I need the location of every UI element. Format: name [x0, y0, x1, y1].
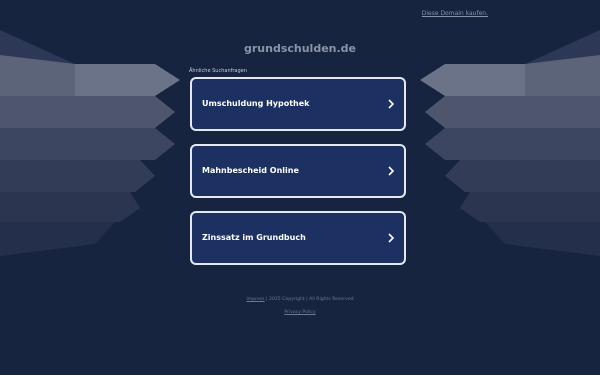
related-search-label: Zinssatz im Grundbuch — [202, 233, 306, 242]
chevron-right-icon — [388, 233, 395, 243]
domain-title: grundschulden.de — [243, 42, 356, 55]
related-search-card-3[interactable]: Zinssatz im Grundbuch — [190, 211, 406, 265]
copyright-text: | 2025 Copyright | All Rights Reserved — [264, 297, 354, 302]
impressum-link[interactable]: Impress — [246, 297, 264, 302]
related-searches-label: Ähnliche Suchanfragen — [189, 68, 247, 74]
footer: Impress | 2025 Copyright | All Rights Re… — [0, 297, 600, 302]
related-search-card-2[interactable]: Mahnbescheid Online — [190, 144, 406, 198]
chevron-right-icon — [388, 99, 395, 109]
chevron-right-icon — [388, 166, 395, 176]
buy-domain-link[interactable]: Diese Domain kaufen. — [422, 10, 488, 17]
related-search-card-1[interactable]: Umschuldung Hypothek — [190, 77, 406, 131]
privacy-policy-link[interactable]: Privacy Policy — [284, 310, 315, 315]
privacy-row: Privacy Policy — [0, 310, 600, 315]
related-search-label: Umschuldung Hypothek — [202, 99, 310, 108]
related-search-label: Mahnbescheid Online — [202, 166, 299, 175]
